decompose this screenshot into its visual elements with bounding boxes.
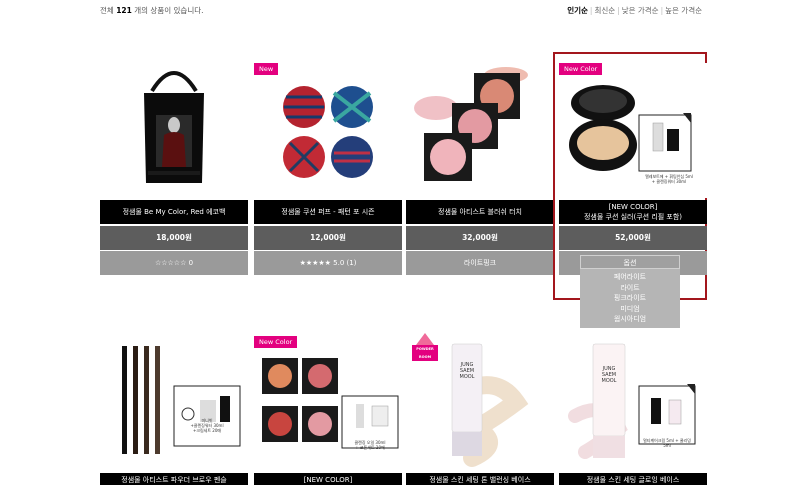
product-name[interactable]: [NEW COLOR] bbox=[254, 473, 402, 485]
count-prefix: 전체 bbox=[100, 6, 114, 15]
product-image[interactable] bbox=[254, 63, 402, 198]
gift-caption-line: + 코튼세트 20매 bbox=[355, 445, 385, 450]
product-name-text: 정샘물 Be My Color, Red 에코백 bbox=[122, 208, 226, 216]
gift-caption: 미니빗 +클렌징워터 30ml +크림세트 20매 bbox=[174, 418, 240, 433]
option-dropdown[interactable]: 옵션 페어라이트 라이트 핑크라이트 미디엄 웜시아디엄 bbox=[580, 255, 680, 328]
product-name-text: 정샘물 스킨 세팅 톤 밸런싱 베이스 bbox=[429, 476, 531, 484]
product-name-text: 정샘물 쿠션 퍼프 - 패턴 포 시즌 bbox=[281, 208, 375, 216]
count-suffix: 개의 상품이 있습니다. bbox=[134, 6, 204, 15]
gift-caption: 엘레보트에 + 휘팅안심 5ml + 클렌징워터 30ml bbox=[639, 174, 699, 184]
product-count: 전체 121 개의 상품이 있습니다. bbox=[100, 5, 204, 16]
brand-logo-line: MOOL bbox=[459, 374, 475, 380]
gift-caption-line: + 클렌징워터 30ml bbox=[651, 179, 687, 184]
product-image[interactable] bbox=[100, 63, 248, 198]
gift-caption-line: 멀티케어크림 5ml + 쿨리밍 5ml bbox=[643, 438, 691, 448]
product-price: 32,000원 bbox=[406, 226, 554, 250]
dropdown-list: 페어라이트 라이트 핑크라이트 미디엄 웜시아디엄 bbox=[580, 269, 680, 328]
product-rating: ★★★★★ 5.0 (1) bbox=[254, 251, 402, 275]
product-name-text: 정샘물 스킨 세팅 글로잉 베이스 bbox=[586, 476, 680, 484]
product-image[interactable]: JUNG SAEM MOOL 멀티케어크림 5ml + 쿨리밍 5ml bbox=[559, 336, 707, 471]
count-value: 121 bbox=[116, 6, 132, 15]
product-name[interactable]: 정샘물 아티스트 블러쉬 터치 bbox=[406, 200, 554, 224]
product-rating: 라이트핑크 bbox=[406, 251, 554, 275]
product-price: 18,000원 bbox=[100, 226, 248, 250]
product-name-text: 정샘물 아티스트 블러쉬 터치 bbox=[438, 208, 522, 216]
new-badge: New bbox=[254, 63, 279, 75]
new-color-badge: New Color bbox=[254, 336, 298, 348]
product-name-text: [NEW COLOR] bbox=[608, 203, 658, 211]
product-price: 12,000원 bbox=[254, 226, 402, 250]
product-name-text: 정샘물 쿠션 실러(쿠션 리필 포함) bbox=[583, 213, 683, 221]
product-image[interactable]: 엘레보트에 + 휘팅안심 5ml + 클렌징워터 30ml bbox=[559, 63, 707, 198]
product-name[interactable]: 정샘물 쿠션 퍼프 - 패턴 포 시즌 bbox=[254, 200, 402, 224]
product-image[interactable] bbox=[406, 63, 554, 198]
brand-logo: JUNG SAEM MOOL bbox=[452, 362, 482, 380]
product-name[interactable]: 정샘물 스킨 세팅 글로잉 베이스 bbox=[559, 473, 707, 485]
brand-logo: JUNG SAEM MOOL bbox=[593, 366, 625, 384]
dropdown-label[interactable]: 옵션 bbox=[580, 255, 680, 269]
powder-room-badge-label: POWDER ROOM bbox=[412, 345, 438, 361]
product-name[interactable]: 정샘물 아티스트 파우더 브로우 펜슬 bbox=[100, 473, 248, 485]
dropdown-option[interactable]: 핑크라이트 bbox=[580, 293, 680, 304]
product-image[interactable]: 미니빗 +클렌징워터 30ml +크림세트 20매 bbox=[100, 336, 248, 471]
gift-caption-line: +크림세트 20매 bbox=[192, 428, 222, 433]
brand-logo-line: MOOL bbox=[601, 378, 617, 384]
dropdown-option[interactable]: 웜시아디엄 bbox=[580, 314, 680, 325]
dropdown-option[interactable]: 페어라이트 bbox=[580, 272, 680, 283]
sort-options: 인기순 | 최신순 | 낮은 가격순 | 높은 가격순 bbox=[567, 6, 702, 15]
product-name[interactable]: [NEW COLOR] 정샘물 쿠션 실러(쿠션 리필 포함) bbox=[559, 200, 707, 224]
gift-caption: 클렌징 오일 30ml + 코튼세트 20매 bbox=[342, 440, 398, 450]
product-rating: ☆☆☆☆☆ 0 bbox=[100, 251, 248, 275]
dropdown-option[interactable]: 미디엄 bbox=[580, 304, 680, 315]
product-name[interactable]: 정샘물 스킨 세팅 톤 밸런싱 베이스 bbox=[406, 473, 554, 485]
new-color-badge: New Color bbox=[559, 63, 603, 75]
sort-price-low[interactable]: 낮은 가격순 bbox=[622, 6, 659, 15]
dropdown-option[interactable]: 라이트 bbox=[580, 283, 680, 294]
gift-caption: 멀티케어크림 5ml + 쿨리밍 5ml bbox=[639, 438, 695, 448]
product-price: 52,000원 bbox=[559, 226, 707, 250]
product-name-text: 정샘물 아티스트 파우더 브로우 펜슬 bbox=[121, 476, 227, 484]
sort-price-high[interactable]: 높은 가격순 bbox=[665, 6, 702, 15]
powder-room-badge: POWDER ROOM bbox=[412, 333, 438, 361]
sort-popular[interactable]: 인기순 bbox=[567, 6, 588, 15]
product-name-text: [NEW COLOR] bbox=[303, 476, 353, 484]
product-image[interactable]: 클렌징 오일 30ml + 코튼세트 20매 bbox=[254, 336, 402, 471]
product-name[interactable]: 정샘물 Be My Color, Red 에코백 bbox=[100, 200, 248, 224]
sort-newest[interactable]: 최신순 bbox=[594, 6, 615, 15]
list-header: 전체 121 개의 상품이 있습니다. 인기순 | 최신순 | 낮은 가격순 | 높은 가격… bbox=[100, 5, 702, 19]
